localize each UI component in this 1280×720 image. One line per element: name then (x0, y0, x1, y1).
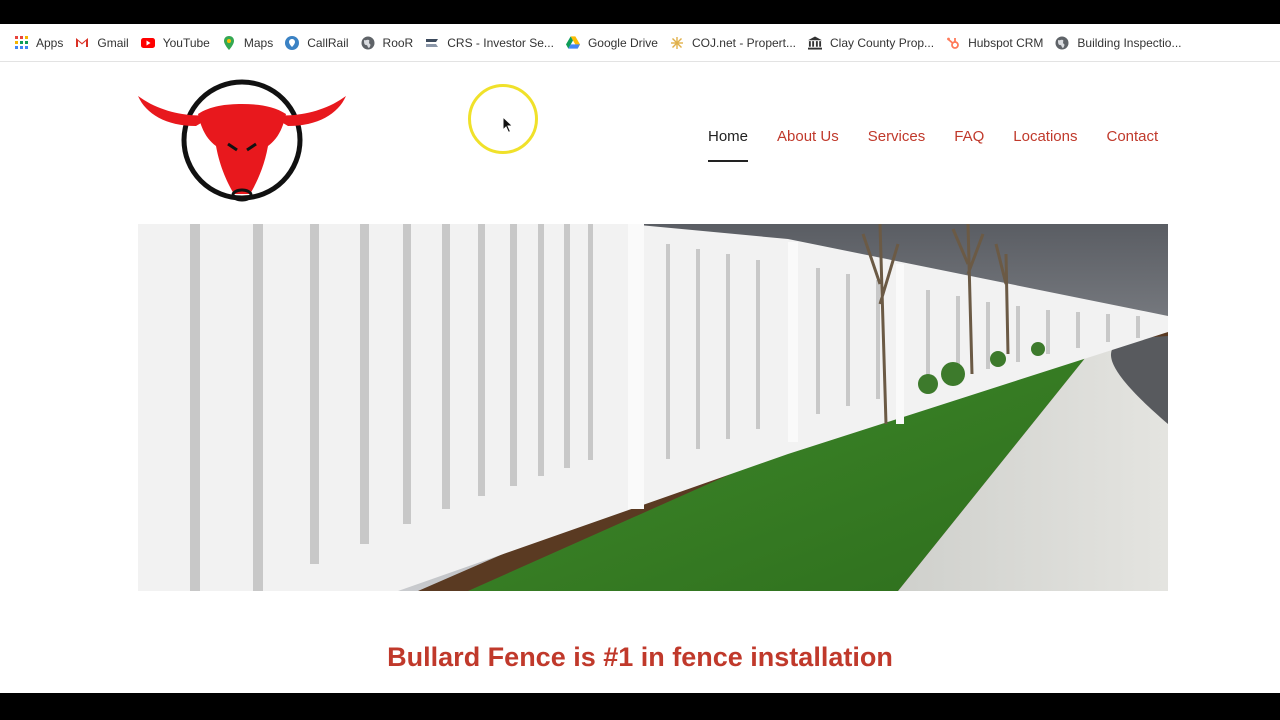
youtube-icon (140, 36, 155, 50)
bookmark-label: RooR (382, 35, 414, 50)
bookmark-google-drive[interactable]: Google Drive (560, 29, 664, 57)
bookmark-label: CallRail (307, 35, 349, 50)
bookmark-label: COJ.net - Propert... (691, 35, 797, 50)
bookmark-clay-county[interactable]: Clay County Prop... (802, 29, 940, 57)
gmail-icon (75, 36, 89, 50)
bookmark-roor[interactable]: RooR (355, 29, 420, 57)
mouse-pointer-icon (502, 115, 514, 139)
bookmark-label: Apps (36, 35, 64, 50)
window-top-bar (0, 0, 1280, 24)
crs-icon (425, 36, 439, 50)
bookmark-callrail[interactable]: CallRail (279, 29, 354, 57)
callrail-icon (285, 35, 300, 50)
bookmark-building-inspection[interactable]: Building Inspectio... (1049, 29, 1187, 57)
bookmark-gmail[interactable]: Gmail (69, 29, 134, 57)
nav-contact[interactable]: Contact (1106, 128, 1158, 162)
bull-logo[interactable] (136, 74, 348, 212)
window-bottom-bar (0, 693, 1280, 720)
bookmarks-bar: Apps Gmail YouTube Maps CallRail RooR CR… (0, 24, 1280, 62)
bookmark-label: Hubspot CRM (968, 35, 1044, 50)
building-icon (808, 35, 823, 50)
bookmark-label: Clay County Prop... (830, 35, 935, 50)
bookmark-maps[interactable]: Maps (216, 29, 279, 57)
hero-headline: Bullard Fence is #1 in fence installatio… (387, 642, 893, 672)
apps-grid-icon (14, 36, 28, 50)
globe-icon (361, 36, 375, 50)
main-nav: Home About Us Services FAQ Locations Con… (708, 128, 1172, 162)
bookmark-label: CRS - Investor Se... (447, 35, 554, 50)
nav-services[interactable]: Services (868, 128, 926, 162)
website-page: Home About Us Services FAQ Locations Con… (0, 62, 1280, 693)
bookmark-label: Google Drive (587, 35, 658, 50)
bookmark-label: Maps (243, 35, 274, 50)
bookmark-apps[interactable]: Apps (8, 29, 69, 57)
hubspot-icon (946, 36, 960, 50)
bookmark-label: Building Inspectio... (1077, 35, 1182, 50)
bookmark-label: YouTube (162, 35, 210, 50)
nav-about-us[interactable]: About Us (777, 128, 839, 162)
nav-locations[interactable]: Locations (1013, 128, 1077, 162)
nav-home[interactable]: Home (708, 128, 749, 162)
nav-faq[interactable]: FAQ (954, 128, 984, 162)
hero-fence-image (138, 224, 1168, 591)
bookmark-youtube[interactable]: YouTube (135, 29, 216, 57)
coj-icon (670, 36, 684, 50)
maps-pin-icon (222, 35, 236, 50)
globe-icon (1055, 36, 1069, 50)
google-drive-icon (565, 36, 580, 50)
bookmark-crs[interactable]: CRS - Investor Se... (419, 29, 560, 57)
bookmark-coj[interactable]: COJ.net - Propert... (664, 29, 802, 57)
bookmark-label: Gmail (97, 35, 129, 50)
bookmark-hubspot[interactable]: Hubspot CRM (940, 29, 1049, 57)
